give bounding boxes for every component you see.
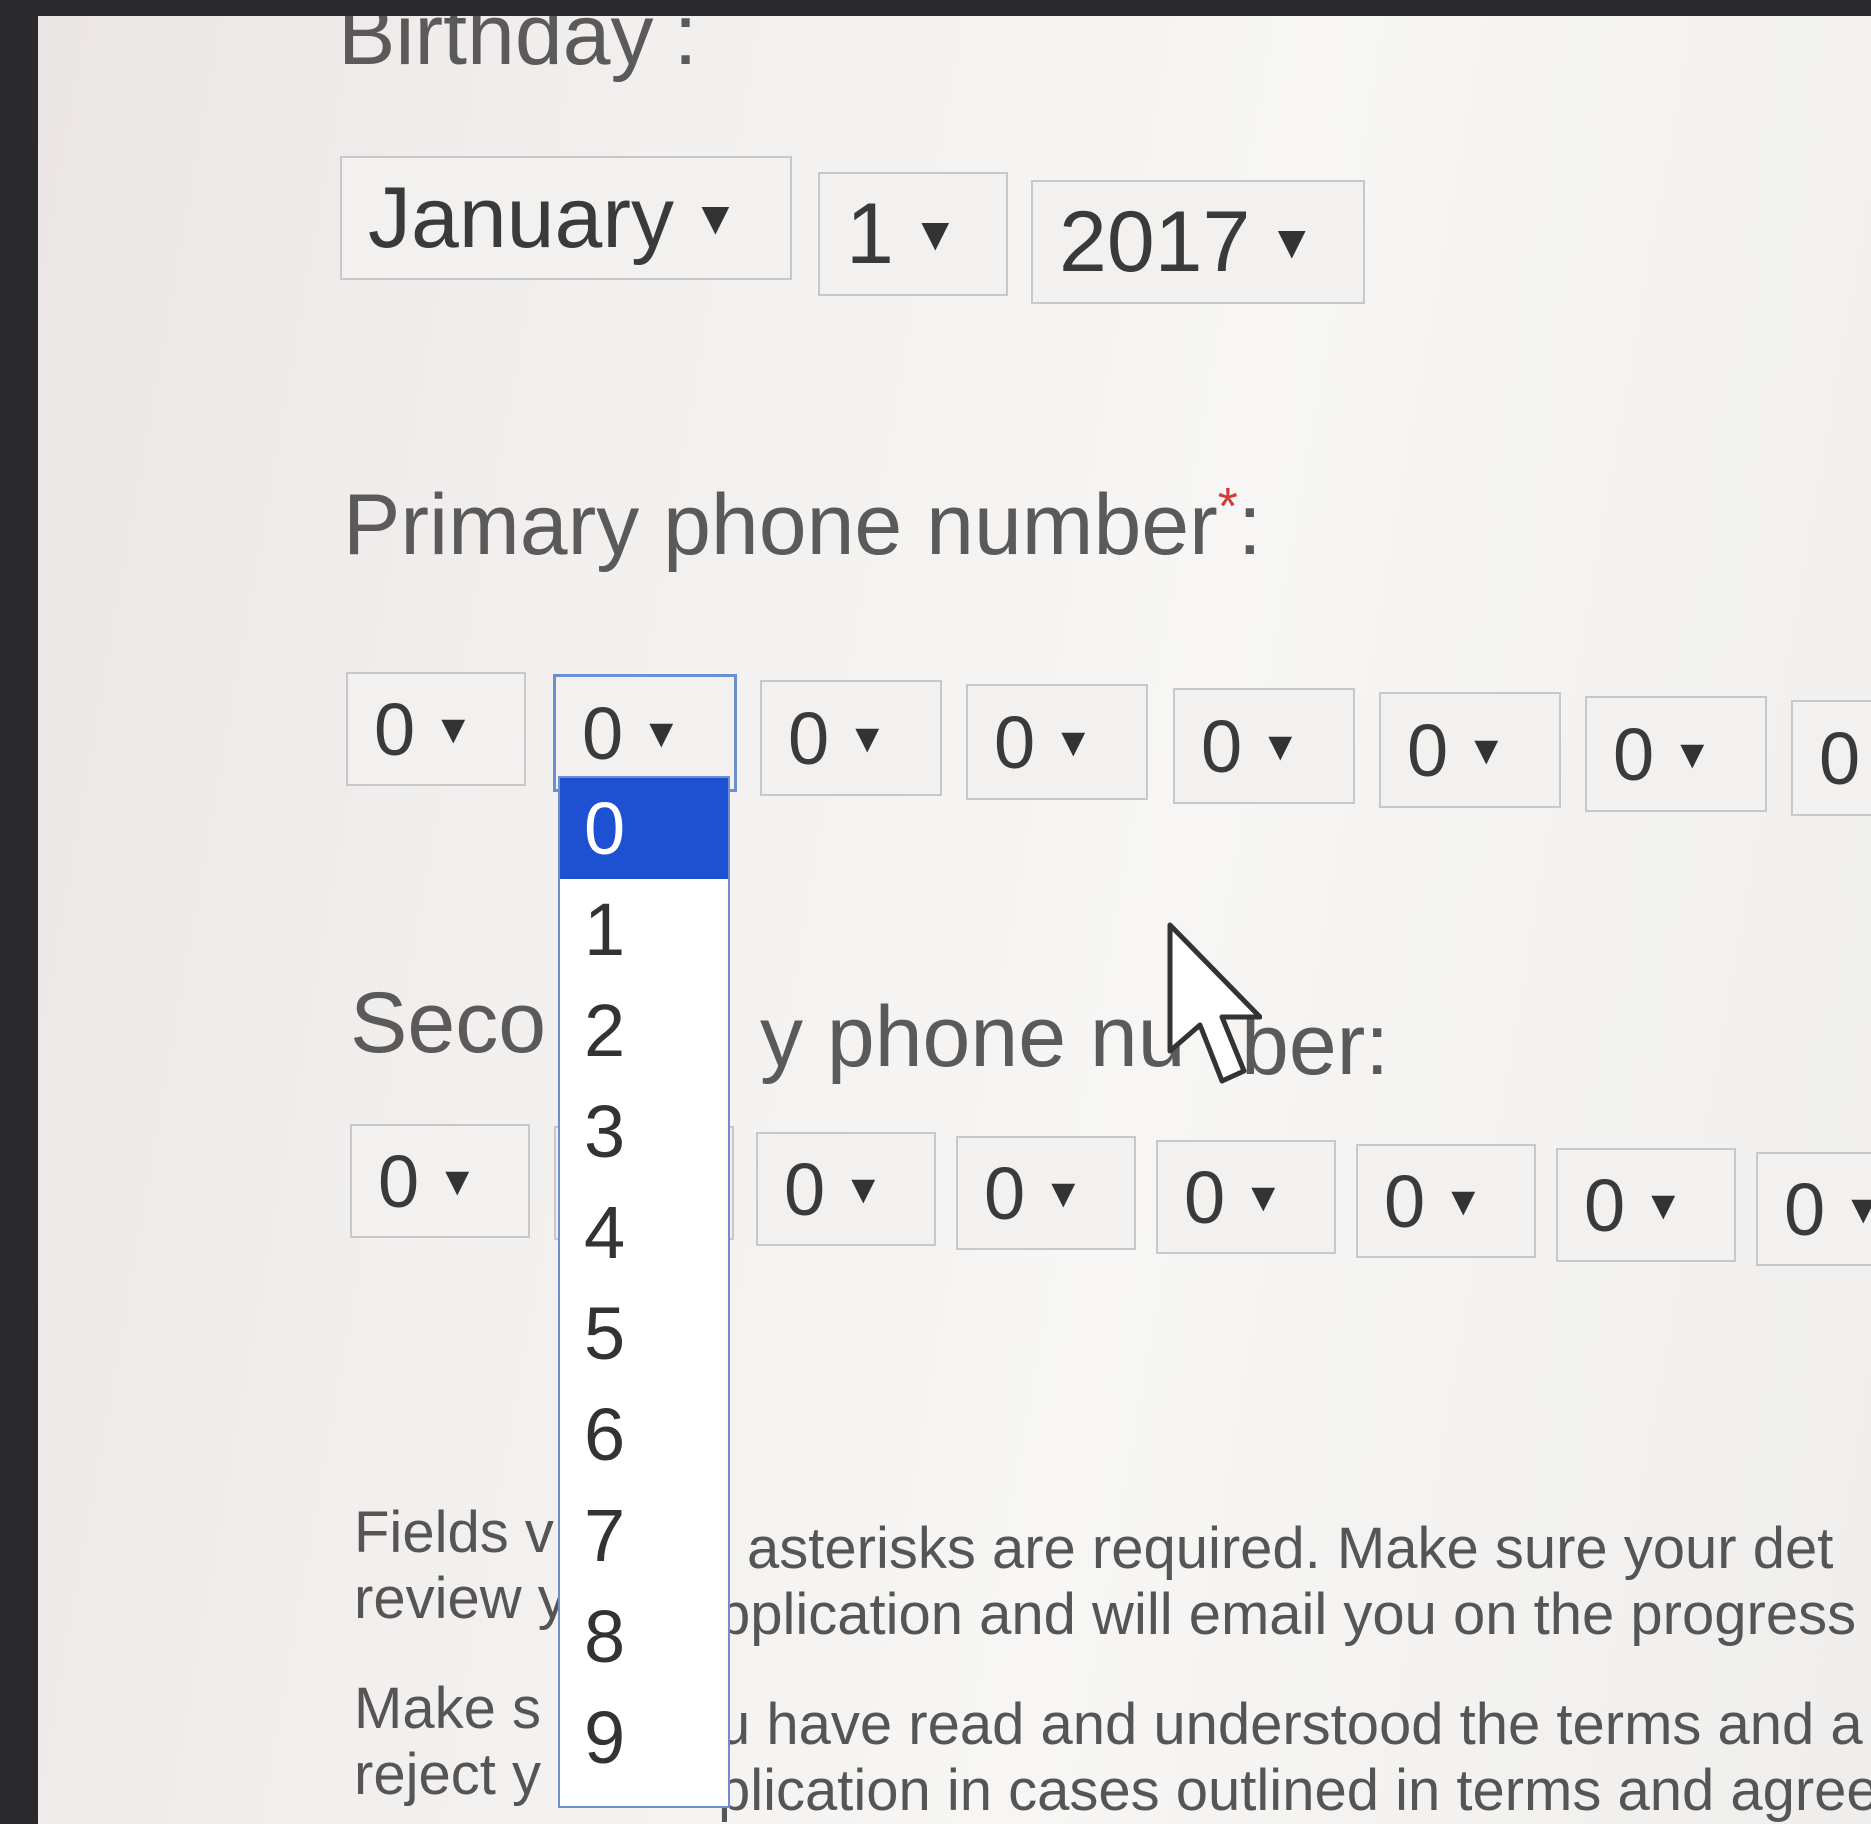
dropdown-option-4[interactable]: 4 — [560, 1182, 728, 1283]
secondary-phone-label-middle: y phone nu — [760, 989, 1186, 1085]
mouse-pointer-icon — [1167, 922, 1262, 1084]
birthday-label: Birthday*: — [338, 16, 698, 85]
chevron-down-icon: ▼ — [847, 714, 888, 761]
digit-value: 0 — [582, 691, 624, 775]
digit-value: 0 — [374, 687, 416, 771]
chevron-down-icon: ▼ — [641, 709, 682, 756]
secondary-digit-5-select[interactable]: 0 ▼ — [1156, 1140, 1336, 1254]
secondary-phone-label: Seco — [350, 974, 546, 1073]
dropdown-option-7[interactable]: 7 — [560, 1485, 728, 1586]
chevron-down-icon: ▼ — [1243, 1173, 1284, 1220]
terms-note-line-1-start: Make s — [354, 1676, 541, 1741]
browser-viewport: Birthday*: January ▼ 1 ▼ 2017 ▼ Primary … — [38, 16, 1871, 1824]
birth-month-value: January — [368, 169, 674, 266]
digit-value: 0 — [1613, 712, 1655, 796]
secondary-phone-label-end: ber: — [1241, 997, 1390, 1093]
chevron-down-icon: ▼ — [437, 1157, 478, 1204]
chevron-down-icon: ▼ — [1260, 722, 1301, 769]
digit-value: 0 — [1384, 1159, 1426, 1243]
terms-note-line-2-end: plication in cases outlined in terms and… — [718, 1758, 1871, 1823]
birth-year-value: 2017 — [1059, 193, 1251, 290]
primary-digit-5-select[interactable]: 0 ▼ — [1173, 688, 1355, 804]
primary-digit-2-select[interactable]: 0 ▼ — [553, 674, 737, 792]
secondary-phone-label-rest: y phone nu — [760, 988, 1186, 1087]
chevron-down-icon: ▼ — [691, 191, 739, 245]
birth-month-select[interactable]: January ▼ — [340, 156, 792, 280]
digit-value: 0 — [994, 700, 1036, 784]
chevron-down-icon: ▼ — [1643, 1181, 1684, 1228]
chevron-down-icon: ▼ — [1443, 1177, 1484, 1224]
dropdown-option-3[interactable]: 3 — [560, 1081, 728, 1182]
terms-note-line-1-end: u have read and understood the terms and… — [718, 1692, 1863, 1757]
chevron-down-icon: ▼ — [1053, 718, 1094, 765]
required-note-line-2-end: pplication and will email you on the pro… — [718, 1582, 1857, 1647]
chevron-down-icon: ▼ — [1043, 1169, 1084, 1216]
secondary-digit-7-select[interactable]: 0 ▼ — [1556, 1148, 1736, 1262]
secondary-digit-4-select[interactable]: 0 ▼ — [956, 1136, 1136, 1250]
dropdown-option-2[interactable]: 2 — [560, 980, 728, 1081]
digit-value: 0 — [1184, 1155, 1226, 1239]
birth-day-select[interactable]: 1 ▼ — [818, 172, 1008, 296]
required-note-line-1-end: l asterisks are required. Make sure your… — [718, 1516, 1834, 1581]
chevron-down-icon: ▼ — [433, 705, 474, 752]
digit-value: 0 — [788, 696, 830, 780]
digit-value: 0 — [1407, 708, 1449, 792]
digit-value: 0 — [784, 1147, 826, 1231]
primary-digit-4-select[interactable]: 0 ▼ — [966, 684, 1148, 800]
primary-phone-label-text: Primary phone number — [343, 477, 1218, 573]
secondary-digit-8-select[interactable]: 0 ▼ — [1756, 1152, 1871, 1266]
required-note-line-2-start: review y — [354, 1566, 567, 1631]
chevron-down-icon: ▼ — [1268, 215, 1316, 269]
digit-value: 0 — [1201, 704, 1243, 788]
secondary-phone-label-start: Seco — [350, 975, 547, 1071]
dropdown-option-5[interactable]: 5 — [560, 1283, 728, 1384]
required-asterisk: * — [653, 16, 674, 45]
dropdown-option-8[interactable]: 8 — [560, 1586, 728, 1687]
terms-note-line-2-start: reject y — [354, 1742, 541, 1807]
primary-digit-7-select[interactable]: 0 ▼ — [1585, 696, 1767, 812]
birth-day-value: 1 — [846, 185, 894, 282]
dropdown-option-1[interactable]: 1 — [560, 879, 728, 980]
birthday-label-text: Birthday — [338, 16, 654, 83]
secondary-phone-label-tail: ber: — [1241, 996, 1389, 1095]
birth-year-select[interactable]: 2017 ▼ — [1031, 180, 1365, 304]
digit-value: 0 — [1584, 1163, 1626, 1247]
required-note-line-1-start: Fields v — [354, 1500, 554, 1565]
chevron-down-icon: ▼ — [911, 207, 959, 261]
label-colon: : — [673, 16, 698, 83]
dropdown-option-0[interactable]: 0 — [560, 778, 728, 879]
primary-digit-6-select[interactable]: 0 ▼ — [1379, 692, 1561, 808]
secondary-digit-3-select[interactable]: 0 ▼ — [756, 1132, 936, 1246]
primary-digit-8-select[interactable]: 0 ▼ — [1791, 700, 1871, 816]
primary-phone-label: Primary phone number*: — [343, 476, 1262, 575]
dropdown-option-9[interactable]: 9 — [560, 1687, 728, 1788]
chevron-down-icon: ▼ — [1672, 730, 1713, 777]
secondary-digit-1-select[interactable]: 0 ▼ — [350, 1124, 530, 1238]
digit-value: 0 — [1784, 1167, 1826, 1251]
digit-dropdown-listbox[interactable]: 0 1 2 3 4 5 6 7 8 9 — [558, 776, 730, 1808]
primary-digit-3-select[interactable]: 0 ▼ — [760, 680, 942, 796]
dropdown-option-6[interactable]: 6 — [560, 1384, 728, 1485]
chevron-down-icon: ▼ — [843, 1165, 884, 1212]
digit-value: 0 — [984, 1151, 1026, 1235]
chevron-down-icon: ▼ — [1843, 1185, 1871, 1232]
label-colon: : — [1237, 477, 1262, 573]
chevron-down-icon: ▼ — [1466, 726, 1507, 773]
primary-digit-1-select[interactable]: 0 ▼ — [346, 672, 526, 786]
required-asterisk: * — [1217, 477, 1238, 535]
digit-value: 0 — [1819, 716, 1861, 800]
secondary-digit-6-select[interactable]: 0 ▼ — [1356, 1144, 1536, 1258]
digit-value: 0 — [378, 1139, 420, 1223]
